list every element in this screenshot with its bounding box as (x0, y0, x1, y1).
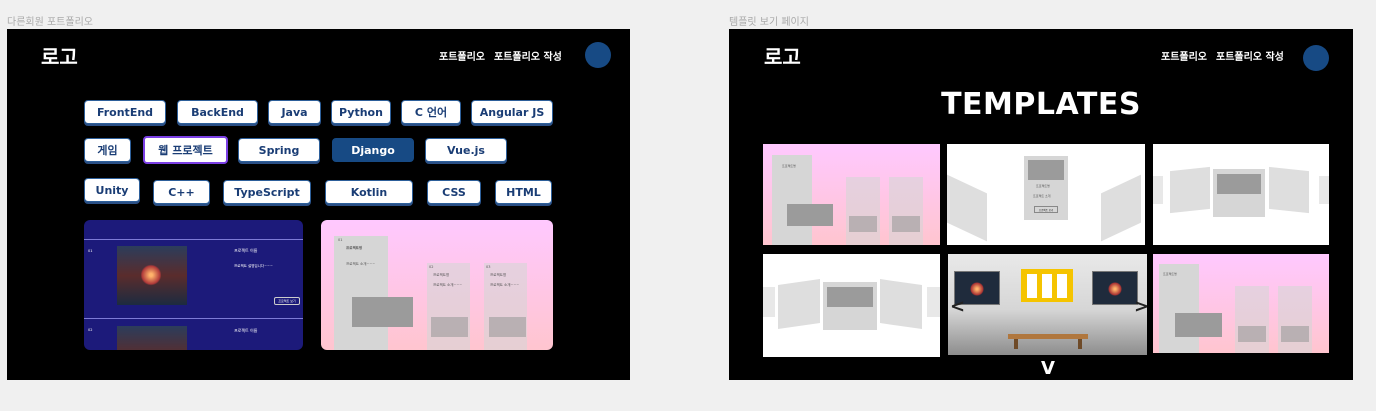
project-panel (846, 177, 880, 245)
portfolio-card-dark[interactable]: 01 프로젝트 이름 프로젝트 설명입니다~~~ 프로젝트 보기 02 프로젝트… (84, 220, 303, 350)
panel-title: 프로젝트명 (1036, 184, 1050, 188)
template-page: 로고 포트폴리오 포트폴리오 작성 TEMPLATES 프로젝트명 프로젝트명 … (729, 29, 1353, 380)
project-panel (1101, 174, 1141, 242)
row-number: 01 (88, 249, 93, 253)
panel-subtitle: 프로젝트 소개~~~ (490, 283, 520, 287)
project-panel (1278, 286, 1312, 353)
panel-title: 프로젝트명 (433, 273, 450, 277)
project-panel (1159, 264, 1199, 353)
panel-subtitle: 프로젝트 소개~~~ (433, 283, 463, 287)
nav-write-portfolio-link[interactable]: 포트폴리오 작성 (494, 48, 562, 63)
row-number: 02 (88, 328, 93, 332)
template-card-6[interactable]: 프로젝트명 (1153, 254, 1329, 353)
tag-css[interactable]: CSS (427, 180, 481, 204)
panel-image (1217, 174, 1261, 194)
bench (1008, 334, 1088, 339)
template-card-1[interactable]: 프로젝트명 (763, 144, 940, 245)
tag-c[interactable]: C 언어 (401, 100, 461, 124)
project-panel (1153, 176, 1163, 204)
scroll-down-icon[interactable]: V (1041, 360, 1055, 378)
panel-image (849, 216, 877, 232)
panel-image (1281, 326, 1309, 342)
project-thumbnail[interactable] (117, 246, 187, 305)
view-project-button[interactable]: 프로젝트 보기 (1034, 206, 1058, 213)
panel-image (787, 204, 833, 226)
tag-kotlin[interactable]: Kotlin (325, 180, 413, 204)
project-panel (772, 155, 812, 245)
logo[interactable]: 로고 (41, 41, 78, 70)
tag-frontend[interactable]: FrontEnd (84, 100, 166, 124)
logo[interactable]: 로고 (764, 41, 801, 70)
panel-image (352, 297, 413, 327)
tag-angular-js[interactable]: Angular JS (471, 100, 553, 124)
chevron-left-icon[interactable]: < (950, 298, 965, 316)
project-panel (1269, 166, 1309, 214)
tag-java[interactable]: Java (268, 100, 321, 124)
project-desc: 프로젝트 설명입니다~~~ (234, 264, 273, 268)
avatar[interactable] (1303, 45, 1329, 71)
tag-vuejs[interactable]: Vue.js (425, 138, 507, 162)
chevron-right-icon[interactable]: > (1134, 298, 1147, 316)
panel-image (1028, 160, 1064, 180)
project-panel (947, 174, 987, 242)
panel-image (827, 287, 873, 307)
template-card-3[interactable] (1153, 144, 1329, 245)
template-card-4[interactable] (763, 254, 940, 357)
project-panel (763, 287, 775, 317)
panel-number: 03 (486, 265, 491, 269)
panel-title: 프로젝트명 (1163, 272, 1177, 276)
template-card-5[interactable]: < > (948, 254, 1147, 355)
other-portfolio-page: 로고 포트폴리오 포트폴리오 작성 FrontEnd BackEnd Java … (7, 29, 630, 380)
portfolio-card-pink[interactable]: 01 프로젝트명 프로젝트 소개~~~ 02 프로젝트명 프로젝트 소개~~~ … (321, 220, 553, 350)
tag-backend[interactable]: BackEnd (177, 100, 258, 124)
panel-image (1238, 326, 1266, 342)
project-panel (880, 279, 922, 329)
divider (84, 239, 303, 240)
frame-label-template-page: 템플릿 보기 페이지 (729, 17, 809, 28)
divider (84, 318, 303, 319)
panel-title: 프로젝트명 (490, 273, 507, 277)
panel-title: 프로젝트명 (782, 164, 796, 168)
project-panel (1319, 176, 1329, 204)
tag-web-project[interactable]: 웹 프로젝트 (143, 136, 228, 164)
project-title: 프로젝트 이름 (234, 248, 258, 253)
tag-game[interactable]: 게임 (84, 138, 131, 162)
top-nav: 포트폴리오 포트폴리오 작성 (439, 48, 562, 63)
project-panel (1170, 166, 1210, 214)
panel-subtitle: 프로젝트 소개~~~ (346, 262, 376, 266)
project-title: 프로젝트 이름 (234, 328, 258, 333)
tag-typescript[interactable]: TypeScript (223, 180, 311, 204)
panel-subtitle: 프로젝트 소개 (1033, 194, 1051, 198)
panel-number: 02 (429, 265, 434, 269)
template-card-2[interactable]: 프로젝트명 프로젝트 소개 프로젝트 보기 (947, 144, 1145, 245)
panel-number: 01 (338, 238, 343, 242)
panel-image (489, 317, 526, 337)
project-panel (334, 236, 388, 350)
avatar[interactable] (585, 42, 611, 68)
tag-cpp[interactable]: C++ (153, 180, 210, 204)
tag-python[interactable]: Python (331, 100, 391, 124)
view-project-button[interactable]: 프로젝트 보기 (274, 297, 300, 305)
project-panel (778, 279, 820, 329)
tag-unity[interactable]: Unity (84, 178, 140, 202)
top-nav: 포트폴리오 포트폴리오 작성 (1161, 48, 1284, 63)
panel-image (1175, 313, 1222, 337)
tag-django[interactable]: Django (332, 138, 414, 162)
frame-label-other-portfolio: 다른회원 포트폴리오 (7, 17, 93, 28)
gallery-frame (1021, 269, 1073, 302)
tag-spring[interactable]: Spring (238, 138, 320, 162)
project-panel (927, 287, 940, 317)
panel-image (892, 216, 920, 232)
panel-image (431, 317, 468, 337)
page-title: TEMPLATES (941, 87, 1141, 122)
project-panel (1235, 286, 1269, 353)
nav-portfolio-link[interactable]: 포트폴리오 (1161, 48, 1207, 63)
nav-write-portfolio-link[interactable]: 포트폴리오 작성 (1216, 48, 1284, 63)
tag-html[interactable]: HTML (495, 180, 552, 204)
project-panel (889, 177, 923, 245)
panel-title: 프로젝트명 (346, 246, 363, 250)
project-thumbnail[interactable] (117, 326, 187, 350)
gallery-frame (1092, 271, 1138, 305)
nav-portfolio-link[interactable]: 포트폴리오 (439, 48, 485, 63)
